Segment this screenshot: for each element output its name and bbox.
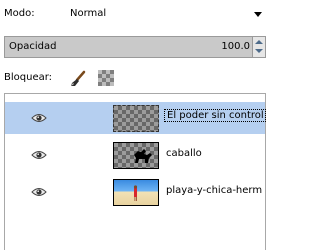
- layer-name[interactable]: playa-y-chica-hermosa: [166, 185, 262, 196]
- eye-icon[interactable]: [31, 187, 47, 197]
- mode-row: Modo: Normal: [4, 6, 266, 22]
- mode-dropdown-value[interactable]: Normal: [70, 8, 106, 19]
- eye-icon[interactable]: [31, 113, 47, 123]
- lock-label: Bloquear:: [4, 72, 53, 83]
- opacity-spin-buttons: [252, 37, 265, 57]
- layer-thumbnail: [113, 179, 159, 206]
- opacity-slider[interactable]: Opacidad 100.0: [4, 36, 266, 58]
- opacity-label: Opacidad: [9, 41, 57, 52]
- checker-icon[interactable]: [98, 70, 114, 86]
- mode-label: Modo:: [4, 8, 35, 19]
- layer-row[interactable]: playa-y-chica-hermosa: [5, 176, 265, 208]
- layer-name[interactable]: El poder sin control no: [164, 109, 266, 122]
- lock-row: Bloquear:: [4, 69, 204, 87]
- paintbrush-icon[interactable]: [69, 70, 87, 88]
- layer-thumbnail: [113, 142, 159, 169]
- spin-up-icon[interactable]: [255, 40, 263, 44]
- spin-down-icon[interactable]: [255, 49, 263, 53]
- layer-thumbnail: [113, 105, 159, 132]
- layer-row[interactable]: El poder sin control no: [5, 102, 266, 134]
- eye-icon[interactable]: [31, 150, 47, 160]
- chevron-down-icon[interactable]: [254, 12, 262, 17]
- layer-name[interactable]: caballo: [166, 148, 262, 159]
- layers-panel: Modo: Normal Opacidad 100.0 Bloquear: El…: [0, 0, 270, 250]
- layer-row[interactable]: caballo: [5, 139, 265, 171]
- layers-list: El poder sin control no caballo: [4, 93, 266, 250]
- opacity-value[interactable]: 100.0: [221, 41, 250, 52]
